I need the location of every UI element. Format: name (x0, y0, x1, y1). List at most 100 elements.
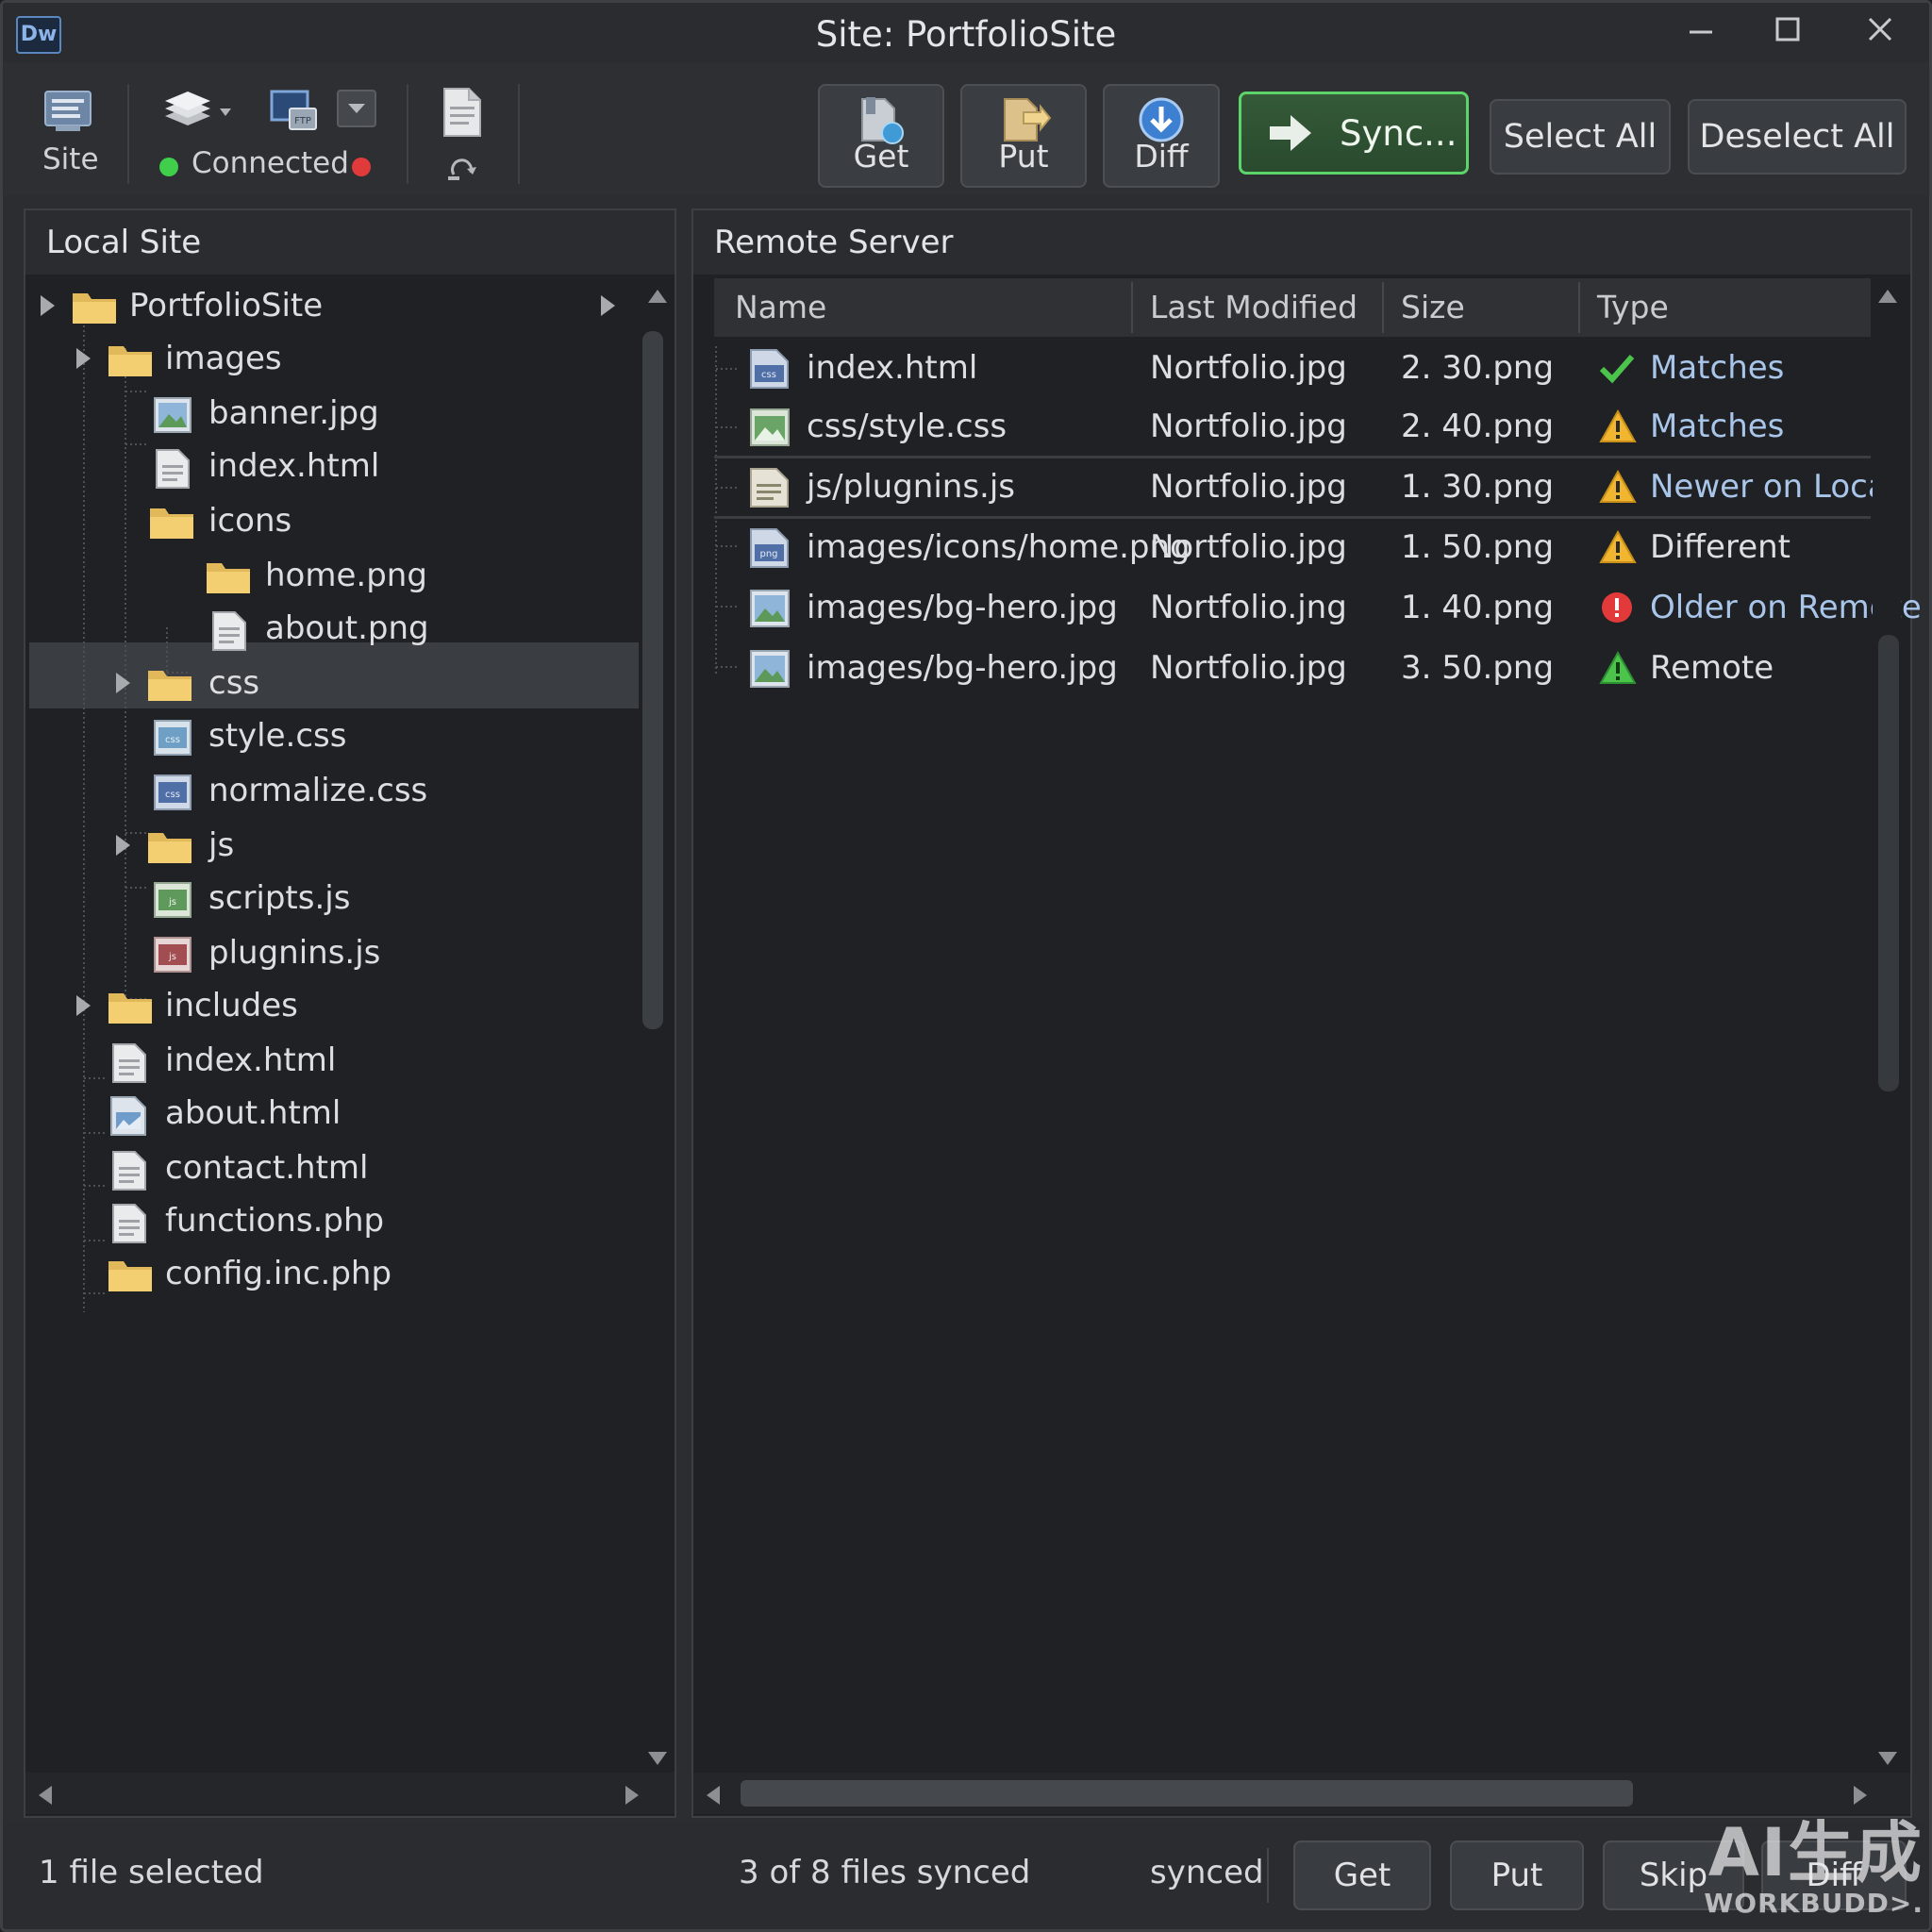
scroll-down-icon[interactable] (1878, 1752, 1897, 1765)
css-file-icon: css (154, 774, 192, 810)
column-divider[interactable] (1131, 282, 1133, 333)
column-header-name[interactable]: Name (735, 278, 826, 337)
status-put-button[interactable]: Put (1450, 1840, 1584, 1910)
status-get-button[interactable]: Get (1293, 1840, 1431, 1910)
tree-item-label: config.inc.php (165, 1255, 392, 1292)
remote-file-modified: Nortfolio.jpg (1150, 349, 1347, 387)
diff-button-label: Diff (1134, 138, 1189, 175)
image-file-icon (154, 397, 192, 433)
refresh-icon[interactable] (446, 150, 480, 184)
tree-item-scripts-js[interactable]: js scripts.js (25, 873, 639, 924)
image-file-icon (750, 408, 790, 446)
scroll-right-icon[interactable] (625, 1786, 639, 1805)
sync-status-label: Matches (1650, 408, 1785, 445)
expand-caret-icon[interactable] (76, 348, 91, 369)
local-scroll-thumb[interactable] (642, 331, 663, 1029)
remote-file-row[interactable]: js/plugnins.js Nortfolio.jpg 1. 30.png N… (697, 458, 1929, 516)
disconnect-status-dot[interactable] (352, 158, 371, 176)
expand-caret-icon[interactable] (76, 995, 91, 1016)
deselect-all-button[interactable]: Deselect All (1688, 99, 1907, 175)
tree-item-label: scripts.js (208, 879, 351, 917)
tree-item-index-html[interactable]: index.html (25, 1035, 639, 1086)
put-button[interactable]: Put (960, 84, 1087, 188)
svg-text:FTP: FTP (294, 116, 311, 126)
document-icon (156, 449, 190, 489)
tree-item-css[interactable]: css (25, 658, 639, 708)
scroll-up-icon[interactable] (648, 290, 667, 303)
local-horizontal-scrollbar[interactable] (25, 1773, 675, 1814)
chevron-down-icon (348, 104, 365, 113)
connect-server-icon[interactable] (161, 88, 241, 135)
remote-file-size: 1. 30.png (1401, 468, 1555, 506)
document-icon[interactable] (439, 86, 486, 139)
remote-view-icon[interactable]: FTP (269, 88, 322, 135)
selection-status: 1 file selected (39, 1854, 264, 1891)
tree-item-about-html[interactable]: about.html (25, 1088, 639, 1139)
svg-text:png: png (759, 549, 777, 559)
tree-item-style-css[interactable]: css style.css (25, 710, 639, 761)
scroll-left-icon[interactable] (39, 1786, 52, 1805)
tree-item-normalize-css[interactable]: css normalize.css (25, 765, 639, 816)
svg-text:css: css (761, 370, 776, 380)
remote-file-row[interactable]: css/style.css Nortfolio.jpg 2. 40.png Ma… (697, 397, 1929, 456)
watermark-title: AI生成 (1707, 1814, 1924, 1891)
sync-status-label: Remote (1650, 649, 1774, 687)
diff-button[interactable]: Diff (1103, 84, 1220, 188)
minimize-icon[interactable] (1673, 10, 1729, 56)
tree-item-config-inc-php[interactable]: config.inc.php (25, 1248, 639, 1299)
remote-file-modified: Nortfolio.jpg (1150, 649, 1347, 687)
remote-file-row[interactable]: png images/icons/home.png Nortfolio.jpg … (697, 518, 1929, 576)
local-site-panel: Local Site PortfolioSite images banner.j… (24, 208, 676, 1818)
tree-item-plugnins-js[interactable]: js plugnins.js (25, 927, 639, 978)
tree-item-contact-html[interactable]: contact.html (25, 1142, 639, 1193)
title-bar[interactable]: Dw Site: PortfolioSite (3, 3, 1929, 63)
remote-file-row[interactable]: images/bg-hero.jpg Nortfolio.jng 1. 40.p… (697, 578, 1929, 637)
warning-icon (1599, 408, 1637, 442)
expand-caret-icon[interactable] (116, 673, 130, 693)
tree-item-banner-jpg[interactable]: banner.jpg (25, 388, 639, 439)
scroll-left-icon[interactable] (707, 1786, 720, 1805)
select-all-button[interactable]: Select All (1490, 99, 1671, 175)
expand-caret-icon[interactable] (116, 835, 130, 856)
column-header-last-modified[interactable]: Last Modified (1150, 278, 1357, 337)
column-divider[interactable] (1578, 282, 1580, 333)
tree-item-index-html[interactable]: index.html (25, 441, 639, 491)
tree-item-images[interactable]: images (25, 333, 639, 384)
maximize-icon[interactable] (1759, 10, 1816, 56)
column-header-type[interactable]: Type (1597, 278, 1669, 337)
column-divider[interactable] (1382, 282, 1384, 333)
image-document-icon (110, 1096, 146, 1136)
toolbar-divider (518, 84, 520, 184)
tree-item-portfoliosite[interactable]: PortfolioSite (25, 280, 639, 331)
scroll-down-icon[interactable] (648, 1752, 667, 1765)
site-button[interactable]: Site (31, 82, 107, 186)
tree-item-label: about.png (265, 609, 429, 647)
tree-item-home-png[interactable]: home.png (25, 550, 639, 601)
tree-item-about-png[interactable]: about.png (25, 603, 639, 654)
scroll-right-icon[interactable] (1854, 1786, 1867, 1805)
get-button-label: Get (853, 138, 909, 175)
close-icon[interactable] (1852, 10, 1908, 56)
remote-server-header: Remote Server (693, 210, 1910, 275)
expand-caret-icon[interactable] (41, 295, 55, 316)
warning-icon (1599, 529, 1637, 563)
remote-file-row[interactable]: images/bg-hero.jpg Nortfolio.jpg 3. 50.p… (697, 639, 1929, 697)
column-header-size[interactable]: Size (1401, 278, 1465, 337)
toolbar-divider (407, 84, 408, 184)
tree-item-js[interactable]: js (25, 820, 639, 871)
connection-dropdown[interactable] (337, 90, 376, 127)
remote-file-row[interactable]: css index.html Nortfolio.jpg 2. 30.png M… (697, 339, 1929, 397)
remote-file-size: 1. 40.png (1401, 589, 1555, 626)
scroll-up-icon[interactable] (1878, 290, 1897, 303)
tree-item-icons[interactable]: icons (25, 495, 639, 546)
remote-horizontal-thumb[interactable] (741, 1780, 1633, 1807)
tree-item-includes[interactable]: includes (25, 980, 639, 1031)
sync-button[interactable]: Sync... (1239, 92, 1469, 175)
sync-status-label: Different (1650, 528, 1790, 566)
tree-item-label: css (208, 664, 260, 702)
remote-scroll-thumb[interactable] (1878, 635, 1899, 1091)
chevron-right-icon[interactable] (601, 295, 615, 316)
toolbar-divider (127, 84, 129, 184)
tree-item-functions-php[interactable]: functions.php (25, 1195, 639, 1246)
get-button[interactable]: Get (818, 84, 944, 188)
